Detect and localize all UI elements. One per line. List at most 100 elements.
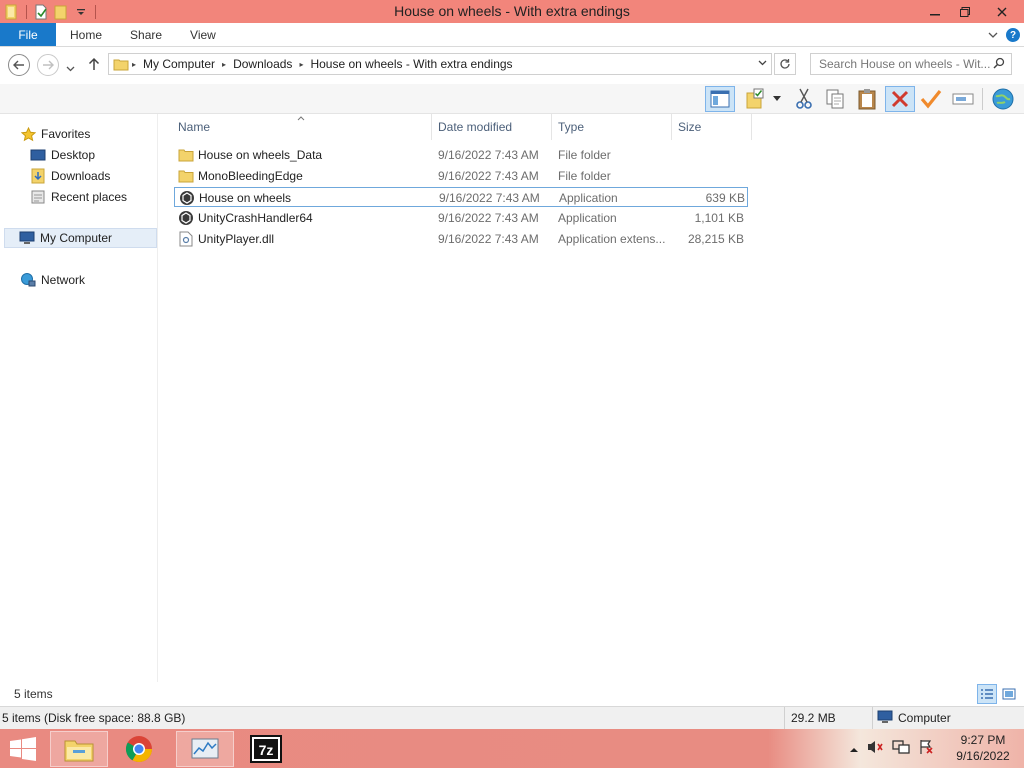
preview-pane-icon[interactable] [705, 86, 735, 112]
toolbar-separator [95, 4, 96, 19]
breadcrumb-separator-icon[interactable]: ▸ [296, 60, 306, 69]
computer-icon [19, 230, 35, 246]
file-date: 9/16/2022 7:43 AM [439, 191, 540, 205]
selection-size-text: 29.2 MB [784, 707, 872, 729]
file-name: UnityCrashHandler64 [198, 211, 313, 225]
unity-app-icon [178, 210, 194, 226]
search-icon[interactable] [993, 57, 1005, 72]
file-row[interactable]: MonoBleedingEdge 9/16/2022 7:43 AM File … [174, 166, 748, 186]
select-checkbox-folder-icon[interactable] [743, 86, 769, 112]
checkmark-icon[interactable] [918, 86, 944, 112]
network-label: Network [41, 273, 86, 287]
nav-downloads[interactable]: Downloads [30, 166, 110, 186]
file-row[interactable]: UnityPlayer.dll 9/16/2022 7:43 AM Applic… [174, 229, 748, 249]
nav-favorites[interactable]: Favorites [20, 124, 90, 144]
file-explorer-taskbar-icon[interactable] [50, 731, 108, 767]
paste-clipboard-icon[interactable] [854, 86, 880, 112]
tab-home[interactable]: Home [56, 23, 116, 46]
recent-locations-chevron-icon[interactable] [66, 61, 75, 75]
column-header-size[interactable]: Size [672, 114, 752, 140]
file-type: Application [559, 191, 618, 205]
windows-start-icon[interactable] [8, 737, 38, 761]
folder-app-icon[interactable] [2, 2, 22, 22]
file-type: File folder [558, 169, 611, 183]
back-button[interactable] [8, 54, 30, 76]
breadcrumb-separator-icon[interactable]: ▸ [129, 60, 139, 69]
address-dropdown-chevron-icon[interactable] [758, 58, 767, 68]
delete-x-icon[interactable] [885, 86, 915, 112]
tab-share[interactable]: Share [116, 23, 176, 46]
file-date: 9/16/2022 7:43 AM [438, 232, 539, 246]
column-header-type[interactable]: Type [552, 114, 672, 140]
rename-icon[interactable] [950, 86, 976, 112]
downloads-folder-icon [30, 168, 46, 184]
close-button[interactable] [980, 0, 1024, 23]
file-size: 28,215 KB [687, 232, 744, 246]
location-text: Computer [898, 711, 951, 725]
select-dropdown-chevron-icon[interactable] [770, 86, 784, 112]
nav-network[interactable]: Network [20, 270, 85, 290]
cut-scissors-icon[interactable] [791, 86, 817, 112]
toolbar-separator [982, 88, 983, 110]
7zip-label: 7z [259, 742, 274, 758]
new-folder-icon[interactable] [51, 2, 71, 22]
taskbar-clock[interactable]: 9:27 PM 9/16/2022 [948, 732, 1018, 764]
my-computer-label: My Computer [40, 231, 113, 245]
file-name: House on wheels [199, 191, 292, 205]
file-row[interactable]: House on wheels_Data 9/16/2022 7:43 AM F… [174, 145, 748, 165]
customize-qat-chevron-icon[interactable] [71, 2, 91, 22]
unity-app-icon [179, 190, 195, 206]
breadcrumb-separator-icon[interactable]: ▸ [219, 60, 229, 69]
folder-icon [178, 168, 194, 184]
action-center-flag-icon[interactable] [918, 739, 934, 758]
properties-icon[interactable] [31, 2, 51, 22]
column-header-name[interactable]: Name [172, 114, 432, 140]
details-view-icon[interactable] [977, 684, 997, 704]
tab-view[interactable]: View [176, 23, 230, 46]
file-row[interactable]: UnityCrashHandler64 9/16/2022 7:43 AM Ap… [174, 208, 748, 228]
minimize-button[interactable] [920, 0, 950, 23]
taskbar: 7z 9:27 PM 9/16/2022 [0, 729, 1024, 768]
nav-my-computer[interactable]: My Computer [4, 228, 157, 248]
column-header-date-modified[interactable]: Date modified [432, 114, 552, 140]
breadcrumb-downloads[interactable]: Downloads [229, 57, 296, 71]
file-list: Name Date modified Type Size House on wh… [160, 114, 1024, 682]
network-status-icon[interactable] [892, 739, 910, 758]
tab-file[interactable]: File [0, 23, 56, 46]
breadcrumb-my-computer[interactable]: My Computer [139, 57, 219, 71]
file-size [674, 145, 744, 165]
title-bar: House on wheels - With extra endings [0, 0, 1024, 23]
help-icon[interactable]: ? [1006, 28, 1020, 42]
network-icon [20, 272, 36, 288]
large-icons-view-icon[interactable] [999, 684, 1019, 704]
window-title: House on wheels - With extra endings [394, 3, 630, 19]
forward-button[interactable] [37, 54, 59, 76]
items-status-bar: 5 items [0, 682, 1024, 706]
up-arrow-icon[interactable] [88, 57, 100, 74]
breadcrumb-current-folder[interactable]: House on wheels - With extra endings [306, 57, 516, 71]
navigation-pane: Favorites Desktop Downloads Recent place… [0, 114, 158, 682]
favorites-label: Favorites [41, 127, 91, 141]
task-manager-taskbar-icon[interactable] [176, 731, 234, 767]
file-row-focused[interactable]: House on wheels 9/16/2022 7:43 AM Applic… [174, 187, 748, 207]
clock-time: 9:27 PM [960, 733, 1006, 747]
chrome-taskbar-icon[interactable] [110, 731, 168, 767]
restore-button[interactable] [950, 0, 980, 23]
toolbar-separator [26, 4, 27, 19]
refresh-button[interactable] [774, 53, 796, 75]
file-type: Application extens... [558, 232, 666, 246]
search-placeholder: Search House on wheels - Wit... [819, 57, 991, 71]
expand-ribbon-chevron-icon[interactable] [988, 28, 998, 42]
address-bar[interactable]: ▸ My Computer ▸ Downloads ▸ House on whe… [108, 53, 772, 75]
7zip-taskbar-icon[interactable]: 7z [237, 731, 295, 767]
desktop-label: Desktop [51, 148, 96, 162]
show-hidden-icons-chevron-icon[interactable] [850, 742, 858, 756]
disk-free-space-text: 5 items (Disk free space: 88.8 GB) [2, 711, 186, 725]
volume-muted-icon[interactable] [866, 739, 884, 758]
ribbon-tab-bar: File Home Share View ? [0, 23, 1024, 47]
nav-recent-places[interactable]: Recent places [30, 187, 127, 207]
globe-icon[interactable] [990, 86, 1016, 112]
nav-desktop[interactable]: Desktop [30, 145, 95, 165]
copy-icon[interactable] [822, 86, 848, 112]
search-input[interactable]: Search House on wheels - Wit... [810, 53, 1012, 75]
